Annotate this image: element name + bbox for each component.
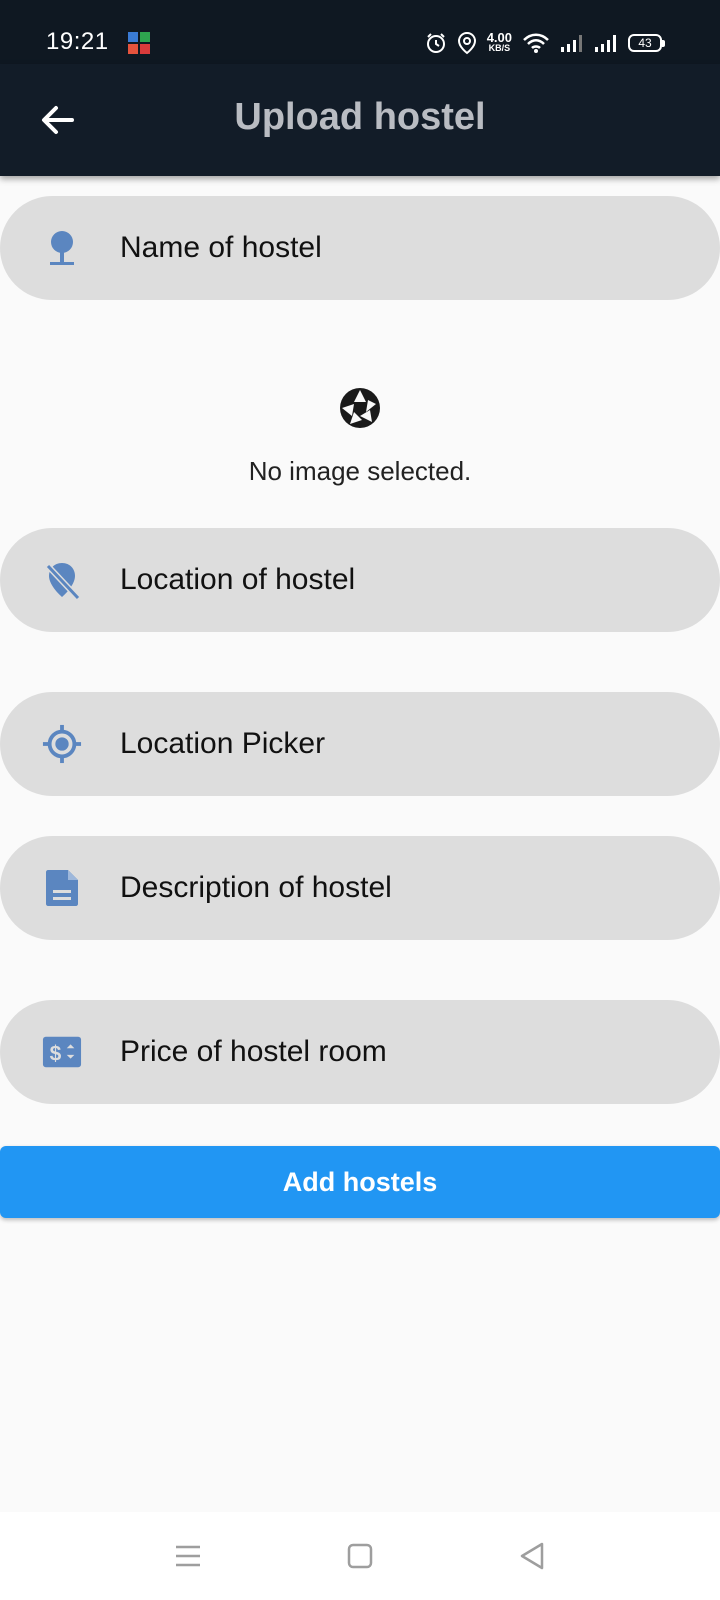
hostel-description-field[interactable]: Description of hostel (0, 836, 720, 940)
app-notification-icon (128, 32, 150, 54)
wifi-icon (523, 33, 549, 53)
menu-icon (176, 1545, 200, 1567)
description-icon (42, 868, 82, 908)
pin-icon (42, 228, 82, 268)
no-image-text: No image selected. (248, 456, 472, 486)
alarm-icon (426, 33, 445, 53)
status-time: 19:21 (46, 28, 109, 55)
add-hostels-button[interactable]: Add hostels (0, 1146, 720, 1218)
nav-back-button[interactable] (516, 1540, 548, 1572)
signal-icon-1 (561, 35, 582, 52)
hostel-name-field[interactable]: Name of hostel (0, 196, 720, 300)
signal-icon-2 (595, 35, 616, 52)
location-picker-label: Location Picker (120, 727, 326, 760)
hostel-price-placeholder: Price of hostel room (120, 1035, 387, 1068)
speed-unit: KB/S (488, 43, 511, 53)
nav-home-button[interactable] (344, 1540, 376, 1572)
hostel-price-field[interactable]: $ Price of hostel room (0, 1000, 720, 1104)
status-bar: 19:21 4.00 KB/S 43 (0, 0, 720, 64)
system-nav-bar (0, 1512, 720, 1600)
battery-indicator: 43 (628, 34, 665, 52)
hostel-name-placeholder: Name of hostel (120, 231, 322, 264)
hostel-description-placeholder: Description of hostel (120, 871, 392, 904)
page-title: Upload hostel (234, 96, 486, 138)
square-icon (347, 1543, 373, 1569)
hostel-location-field[interactable]: Location of hostel (0, 528, 720, 632)
price-change-icon: $ (42, 1032, 82, 1072)
svg-text:$: $ (50, 1043, 62, 1066)
gps-fixed-icon (42, 724, 82, 764)
status-icons: 4.00 KB/S 43 (425, 28, 665, 58)
triangle-back-icon (520, 1542, 544, 1570)
hostel-location-placeholder: Location of hostel (120, 563, 356, 596)
nav-menu-button[interactable] (172, 1540, 204, 1572)
location-off-icon (42, 560, 82, 600)
location-icon (457, 31, 476, 55)
camera-icon[interactable] (338, 386, 382, 430)
app-bar: Upload hostel (0, 64, 720, 176)
location-picker-button[interactable]: Location Picker (0, 692, 720, 796)
network-speed: 4.00 KB/S (487, 31, 512, 54)
